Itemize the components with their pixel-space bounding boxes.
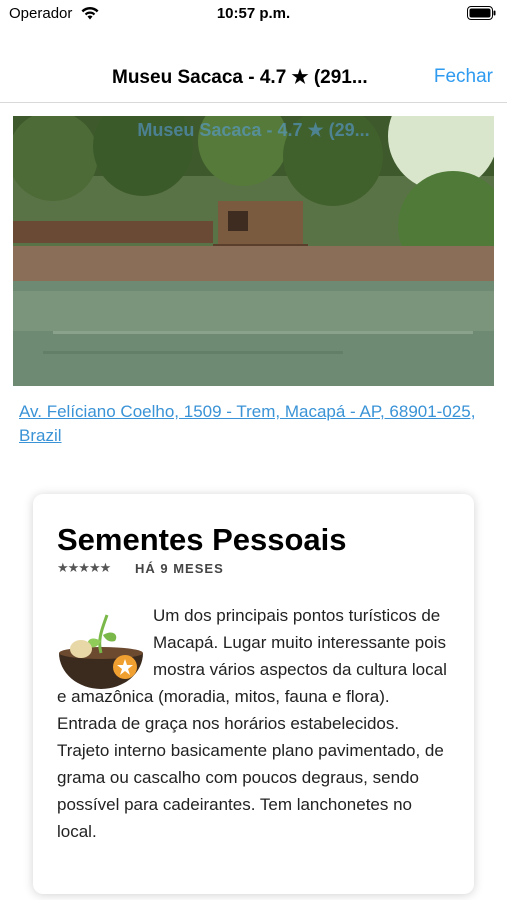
status-bar: Operador 10:57 p.m.	[0, 0, 507, 28]
address-link[interactable]: Av. Felíciano Coelho, 1509 - Trem, Macap…	[19, 400, 489, 448]
close-button[interactable]: Fechar	[434, 66, 493, 88]
rating-stars: ★★★★★	[57, 560, 111, 575]
review-time: HÁ 9 MESES	[135, 561, 224, 576]
navigation-bar: Museu Sacaca - 4.7 ★ (291... Fechar	[0, 56, 507, 103]
review-text-block: Um dos principais pontos turísticos de M…	[57, 602, 447, 845]
place-photo: Museu Sacaca - 4.7 ★ (29...	[13, 116, 494, 386]
nav-title: Museu Sacaca - 4.7 ★ (291...	[112, 67, 368, 88]
review-card: Sementes Pessoais ★★★★★ HÁ 9 MESES Um do…	[33, 494, 474, 894]
battery-icon	[467, 6, 496, 20]
photo-overlay-title: Museu Sacaca - 4.7 ★ (29...	[137, 120, 370, 140]
avatar-spacer	[57, 602, 153, 682]
status-time: 10:57 p.m.	[216, 5, 291, 22]
place-photo-image	[13, 116, 494, 386]
review-author: Sementes Pessoais	[57, 522, 347, 557]
